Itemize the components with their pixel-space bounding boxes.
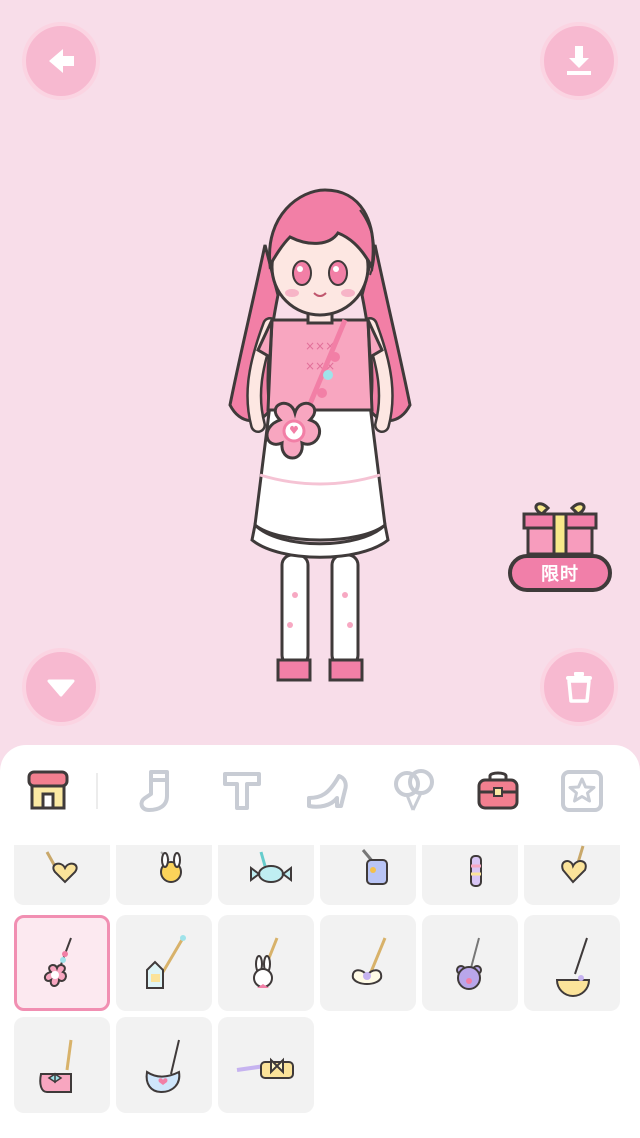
item-striped-tube-bag[interactable] bbox=[422, 845, 518, 905]
item-bear-bag[interactable] bbox=[422, 915, 518, 1011]
trash-icon bbox=[566, 672, 592, 703]
limited-time-gift-button[interactable]: 限时 bbox=[508, 498, 612, 596]
sock-icon bbox=[139, 770, 169, 812]
triangle-down-icon bbox=[47, 679, 75, 697]
tab-balloons[interactable] bbox=[390, 767, 438, 815]
balloon-icon bbox=[394, 769, 434, 811]
tab-text[interactable] bbox=[218, 767, 266, 815]
bunny-bag-icon bbox=[253, 937, 279, 988]
item-bunny-chick-bag[interactable] bbox=[116, 845, 212, 905]
item-wings-bag[interactable] bbox=[320, 915, 416, 1011]
item-lemon-slice-bag[interactable] bbox=[524, 915, 620, 1011]
tab-bags[interactable] bbox=[474, 767, 522, 815]
item-pink-boot-bag[interactable] bbox=[14, 1017, 110, 1113]
tab-socks[interactable] bbox=[132, 767, 180, 815]
purple-phone-bag-icon bbox=[361, 849, 388, 885]
heart-pendant-bag-icon bbox=[45, 851, 78, 884]
yellow-heart-bag-icon bbox=[561, 845, 587, 884]
bag-icon bbox=[477, 771, 519, 810]
bunny-chick-bag-icon bbox=[160, 851, 182, 883]
candy-bag-icon bbox=[250, 851, 292, 883]
blue-slip-bag-icon bbox=[145, 1039, 181, 1094]
bow-pouch-icon bbox=[236, 1057, 294, 1079]
dress-up-stage: 限时 ××× ××× bbox=[0, 0, 640, 750]
category-tab-bar bbox=[0, 745, 640, 840]
item-blue-slip-bag[interactable] bbox=[116, 1017, 212, 1113]
tab-separator bbox=[96, 773, 98, 809]
limited-time-label: 限时 bbox=[508, 554, 612, 592]
high-heel-icon bbox=[307, 774, 348, 809]
item-candy-bag[interactable] bbox=[218, 845, 314, 905]
lemon-slice-bag-icon bbox=[555, 937, 591, 997]
letter-t-icon bbox=[223, 772, 261, 810]
item-grid bbox=[0, 845, 640, 1138]
back-button[interactable] bbox=[22, 22, 100, 100]
collapse-button[interactable] bbox=[22, 648, 100, 726]
gift-box-icon bbox=[522, 502, 598, 556]
tab-shop[interactable] bbox=[24, 767, 72, 815]
pink-flower-bag-icon bbox=[44, 937, 72, 987]
item-bunny-bag[interactable] bbox=[218, 915, 314, 1011]
wings-bag-icon bbox=[351, 937, 387, 985]
tab-shoes[interactable] bbox=[304, 767, 352, 815]
download-icon bbox=[567, 46, 591, 75]
doll-character: ××× ××× bbox=[228, 188, 412, 682]
item-milk-carton-bag[interactable] bbox=[116, 915, 212, 1011]
pink-boot-bag-icon bbox=[39, 1039, 73, 1093]
bear-bag-icon bbox=[456, 937, 482, 990]
arrow-left-icon bbox=[49, 49, 74, 73]
item-purple-phone-bag[interactable] bbox=[320, 845, 416, 905]
item-bow-pouch[interactable] bbox=[218, 1017, 314, 1113]
item-pink-flower-bag[interactable] bbox=[14, 915, 110, 1011]
download-button[interactable] bbox=[540, 22, 618, 100]
striped-tube-bag-icon bbox=[470, 855, 482, 887]
delete-button[interactable] bbox=[540, 648, 618, 726]
item-yellow-heart-bag[interactable] bbox=[524, 845, 620, 905]
wardrobe-panel bbox=[0, 745, 640, 1138]
milk-carton-bag-icon bbox=[146, 935, 186, 989]
shop-icon bbox=[27, 770, 69, 810]
tab-favorites[interactable] bbox=[558, 767, 606, 815]
item-heart-pendant-bag[interactable] bbox=[14, 845, 110, 905]
star-icon bbox=[561, 770, 603, 812]
